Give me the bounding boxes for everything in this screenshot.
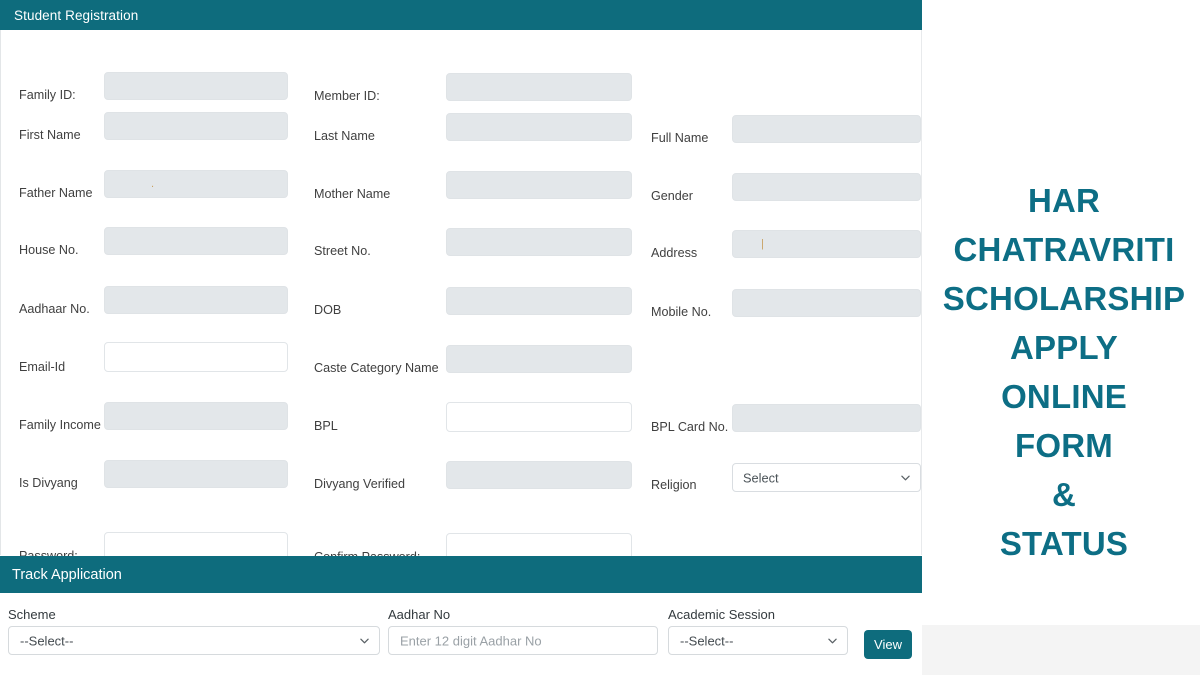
label-address: Address — [651, 246, 698, 260]
label-bpl-card-no: BPL Card No. — [651, 420, 729, 434]
label-email-id: Email-Id — [19, 360, 66, 374]
field-caste-category-name[interactable] — [446, 345, 632, 373]
track-application-header: Track Application — [0, 556, 922, 593]
field-last-name[interactable] — [446, 113, 632, 141]
academic-session-field-group: Academic Session --Select-- — [668, 607, 848, 656]
field-bpl[interactable] — [446, 402, 632, 432]
chevron-down-icon — [360, 636, 369, 645]
select-religion-value: Select — [743, 470, 779, 485]
select-religion[interactable]: Select — [732, 463, 921, 492]
field-is-divyang[interactable] — [104, 460, 288, 488]
field-family-income[interactable] — [104, 402, 288, 430]
form-row: Aadhaar No. DOB Mobile No. — [1, 270, 921, 328]
label-divyang-verified: Divyang Verified — [314, 477, 406, 491]
track-application-panel: Track Application Scheme --Select-- Aadh… — [0, 556, 922, 675]
label-aadhar-no: Aadhar No — [388, 607, 451, 622]
field-gender[interactable] — [732, 173, 921, 201]
page-title: Student Registration — [14, 7, 139, 23]
label-academic-session: Academic Session — [668, 607, 775, 622]
field-house-no[interactable] — [104, 227, 288, 255]
label-house-no: House No. — [19, 243, 79, 257]
select-scheme-value: --Select-- — [20, 633, 74, 649]
chevron-down-icon — [828, 636, 837, 645]
field-aadhaar-no[interactable] — [104, 286, 288, 314]
field-full-name[interactable] — [732, 115, 921, 143]
select-scheme[interactable]: --Select-- — [8, 626, 380, 656]
registration-panel-header: Student Registration — [0, 0, 922, 30]
promo-line: & — [1051, 476, 1077, 513]
label-is-divyang: Is Divyang — [19, 476, 78, 490]
label-gender: Gender — [651, 189, 694, 203]
form-row: Email-Id Caste Category Name — [1, 328, 921, 386]
promo-heading: HAR CHATRAVRITI SCHOLARSHIP APPLY ONLINE… — [928, 176, 1200, 568]
chevron-down-icon — [901, 473, 910, 482]
right-gray-panel — [922, 625, 1200, 675]
select-academic-session-value: --Select-- — [680, 633, 734, 649]
field-father-name[interactable]: . — [104, 170, 288, 198]
field-bpl-card-no[interactable] — [732, 404, 921, 432]
promo-line: APPLY — [1010, 329, 1118, 366]
label-scheme: Scheme — [8, 607, 56, 622]
promo-line: ONLINE — [1001, 378, 1127, 415]
form-row: House No. Street No. Address | — [1, 212, 921, 270]
aadhar-input-placeholder: Enter 12 digit Aadhar No — [400, 633, 542, 649]
field-mobile-no[interactable] — [732, 289, 921, 317]
form-row: First Name Last Name Full Name — [1, 96, 921, 154]
field-artifact: | — [761, 238, 764, 250]
view-button[interactable]: View — [864, 630, 912, 659]
promo-line: HAR — [1027, 182, 1101, 219]
track-application-title: Track Application — [12, 566, 122, 583]
student-registration-panel: Student Registration Family ID: Member I… — [0, 0, 922, 563]
label-religion: Religion — [651, 478, 697, 492]
field-divyang-verified[interactable] — [446, 461, 632, 489]
label-dob: DOB — [314, 303, 342, 317]
promo-line: FORM — [1015, 427, 1113, 464]
aadhar-field-group: Aadhar No Enter 12 digit Aadhar No — [388, 607, 658, 656]
form-row: Family Income BPL BPL Card No. — [1, 386, 921, 444]
field-address[interactable]: | — [732, 230, 921, 258]
label-street-no: Street No. — [314, 244, 371, 258]
label-caste-category-name: Caste Category Name — [314, 361, 439, 375]
form-row: Family ID: Member ID: — [1, 38, 921, 102]
field-mother-name[interactable] — [446, 171, 632, 199]
label-full-name: Full Name — [651, 131, 709, 145]
registration-form-body: Family ID: Member ID: First Name Last Na… — [0, 30, 922, 563]
label-father-name: Father Name — [19, 186, 93, 200]
field-dob[interactable] — [446, 287, 632, 315]
field-email-id[interactable] — [104, 342, 288, 372]
form-row: Password: Confirm Password: — [1, 502, 921, 563]
label-family-income: Family Income — [19, 418, 101, 432]
label-mother-name: Mother Name — [314, 187, 391, 201]
select-academic-session[interactable]: --Select-- — [668, 626, 848, 656]
field-street-no[interactable] — [446, 228, 632, 256]
field-first-name[interactable] — [104, 112, 288, 140]
aadhar-input[interactable]: Enter 12 digit Aadhar No — [388, 626, 658, 656]
label-aadhaar-no: Aadhaar No. — [19, 302, 90, 316]
label-bpl: BPL — [314, 419, 338, 433]
promo-line: CHATRAVRITI — [953, 231, 1175, 268]
page-root: Student Registration Family ID: Member I… — [0, 0, 1200, 675]
field-artifact: . — [151, 178, 155, 190]
promo-line: SCHOLARSHIP — [942, 280, 1186, 317]
promo-line: STATUS — [999, 525, 1129, 562]
form-row: Is Divyang Divyang Verified Religion Sel… — [1, 444, 921, 502]
label-first-name: First Name — [19, 128, 81, 142]
scheme-field-group: Scheme --Select-- — [8, 607, 380, 656]
form-row: Father Name . Mother Name Gender — [1, 154, 921, 212]
track-application-body: Scheme --Select-- Aadhar No Enter 12 dig… — [0, 593, 922, 675]
label-mobile-no: Mobile No. — [651, 305, 712, 319]
label-last-name: Last Name — [314, 129, 375, 143]
